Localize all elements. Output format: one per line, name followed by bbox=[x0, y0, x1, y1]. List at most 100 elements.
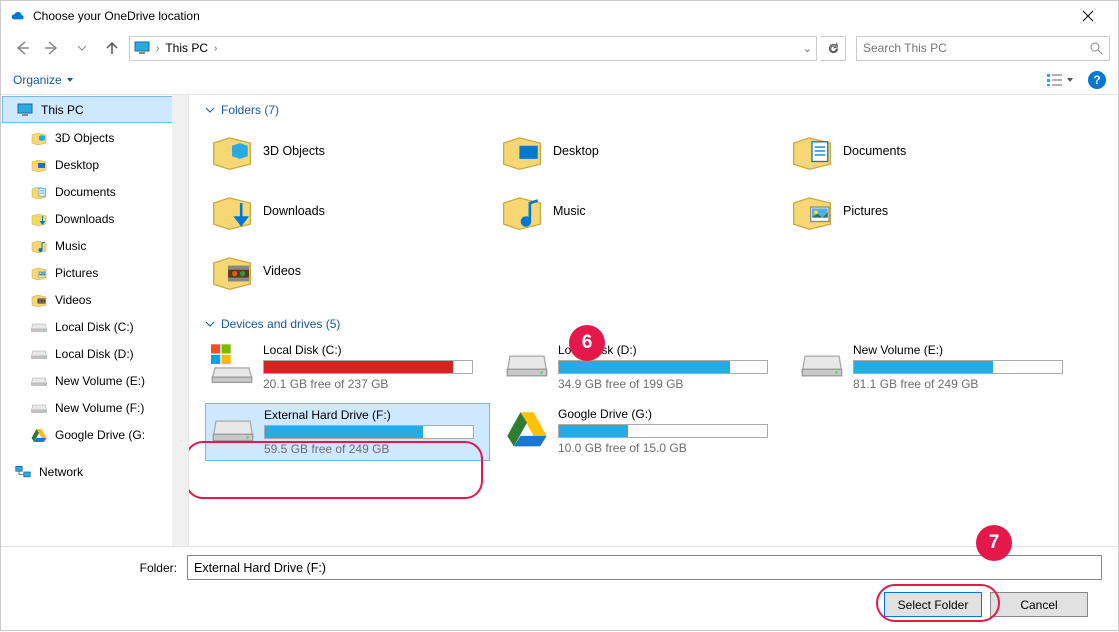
downloads-icon bbox=[31, 211, 47, 227]
chevron-down-icon[interactable]: ⌄ bbox=[803, 42, 812, 55]
folders-section-label: Folders (7) bbox=[221, 103, 279, 117]
sidebar-item-label: Music bbox=[55, 239, 86, 253]
chevron-right-icon: › bbox=[156, 43, 159, 54]
disk-icon bbox=[31, 400, 47, 416]
breadcrumb-bar[interactable]: › This PC › ⌄ bbox=[129, 36, 817, 61]
view-options-button[interactable] bbox=[1046, 73, 1074, 87]
sidebar-item-label: Network bbox=[39, 465, 83, 479]
documents-icon bbox=[31, 184, 47, 200]
sidebar-item-3d-objects[interactable]: 3D Objects bbox=[1, 124, 188, 151]
drives-section-label: Devices and drives (5) bbox=[221, 317, 340, 331]
downloads-icon bbox=[211, 190, 253, 232]
refresh-button[interactable] bbox=[821, 36, 846, 61]
cancel-button[interactable]: Cancel bbox=[990, 592, 1088, 617]
organize-label: Organize bbox=[13, 73, 62, 87]
folder-pictures[interactable]: Pictures bbox=[785, 185, 1065, 237]
chevron-down-icon bbox=[205, 319, 215, 329]
folder-3d-objects[interactable]: 3D Objects bbox=[205, 125, 485, 177]
chevron-right-icon: › bbox=[214, 43, 217, 54]
sidebar-item-label: Google Drive (G: bbox=[55, 428, 145, 442]
pictures-icon bbox=[31, 265, 47, 281]
sidebar-item-label: Local Disk (D:) bbox=[55, 347, 134, 361]
disk-icon bbox=[31, 319, 47, 335]
search-icon bbox=[1089, 41, 1103, 55]
sidebar-item-downloads[interactable]: Downloads bbox=[1, 205, 188, 232]
sidebar-item-label: Videos bbox=[55, 293, 91, 307]
folder-label: Videos bbox=[263, 264, 301, 278]
help-button[interactable]: ? bbox=[1088, 71, 1106, 89]
music-icon bbox=[31, 238, 47, 254]
videos-icon bbox=[31, 292, 47, 308]
drive-label: Google Drive (G:) bbox=[558, 407, 779, 421]
folder-label: Music bbox=[553, 204, 586, 218]
sidebar-item-this-pc[interactable]: This PC bbox=[2, 96, 187, 123]
annotation-badge-6: 6 bbox=[569, 325, 605, 361]
drive-local-disk-d-[interactable]: Local Disk (D:) 34.9 GB free of 199 GB bbox=[500, 339, 785, 395]
sidebar-item-label: Downloads bbox=[55, 212, 114, 226]
search-box[interactable] bbox=[856, 36, 1110, 61]
scrollbar[interactable] bbox=[172, 95, 188, 546]
sidebar-item-label: Documents bbox=[55, 185, 116, 199]
sidebar-item-pictures[interactable]: Pictures bbox=[1, 259, 188, 286]
recent-dropdown[interactable] bbox=[69, 35, 95, 61]
folder-label: Folder: bbox=[1, 561, 187, 575]
documents-icon bbox=[791, 130, 833, 172]
drive-external-hard-drive-f-[interactable]: External Hard Drive (F:) 59.5 GB free of… bbox=[205, 403, 490, 461]
disk-icon bbox=[31, 373, 47, 389]
drive-usage-bar bbox=[853, 360, 1063, 374]
desktop-icon bbox=[501, 130, 543, 172]
folder-videos[interactable]: Videos bbox=[205, 245, 485, 297]
organize-button[interactable]: Organize bbox=[13, 73, 74, 87]
sidebar-item-label: This PC bbox=[41, 103, 84, 117]
drives-section-header[interactable]: Devices and drives (5) bbox=[205, 317, 1102, 331]
sidebar-item-new-volume-f-[interactable]: New Volume (F:) bbox=[1, 394, 188, 421]
videos-icon bbox=[211, 250, 253, 292]
disk-icon bbox=[31, 346, 47, 362]
up-button[interactable] bbox=[99, 35, 125, 61]
drive-free-label: 10.0 GB free of 15.0 GB bbox=[558, 441, 779, 455]
breadcrumb-label: This PC bbox=[165, 41, 208, 55]
content-area: Folders (7) 3D Objects Desktop Documents Do… bbox=[189, 95, 1118, 546]
drive-free-label: 81.1 GB free of 249 GB bbox=[853, 377, 1074, 391]
folder-documents[interactable]: Documents bbox=[785, 125, 1065, 177]
folder-label: Desktop bbox=[553, 144, 599, 158]
drive-google-drive-g-[interactable]: Google Drive (G:) 10.0 GB free of 15.0 G… bbox=[500, 403, 785, 461]
sidebar-item-label: New Volume (F:) bbox=[55, 401, 144, 415]
view-icon bbox=[1046, 73, 1064, 87]
close-button[interactable] bbox=[1065, 1, 1110, 31]
sidebar-item-music[interactable]: Music bbox=[1, 232, 188, 259]
sidebar: This PC 3D Objects Desktop Documents Downloa… bbox=[1, 95, 189, 546]
drive-free-label: 59.5 GB free of 249 GB bbox=[264, 442, 483, 456]
drive-usage-bar bbox=[558, 424, 768, 438]
bottom-panel: Folder: Select Folder Cancel 7 bbox=[1, 546, 1118, 632]
search-input[interactable] bbox=[863, 41, 1089, 55]
sidebar-item-documents[interactable]: Documents bbox=[1, 178, 188, 205]
sidebar-item-label: Local Disk (C:) bbox=[55, 320, 134, 334]
onedrive-icon bbox=[9, 8, 25, 24]
sidebar-item-local-disk-d-[interactable]: Local Disk (D:) bbox=[1, 340, 188, 367]
forward-button[interactable] bbox=[39, 35, 65, 61]
select-folder-button[interactable]: Select Folder bbox=[884, 592, 982, 617]
sidebar-item-network[interactable]: Network bbox=[1, 458, 188, 485]
toolbar: Organize ? bbox=[1, 65, 1118, 95]
sidebar-item-videos[interactable]: Videos bbox=[1, 286, 188, 313]
sidebar-item-label: 3D Objects bbox=[55, 131, 114, 145]
drive-label: New Volume (E:) bbox=[853, 343, 1074, 357]
folder-desktop[interactable]: Desktop bbox=[495, 125, 775, 177]
folder-music[interactable]: Music bbox=[495, 185, 775, 237]
folder-downloads[interactable]: Downloads bbox=[205, 185, 485, 237]
folders-section-header[interactable]: Folders (7) bbox=[205, 103, 1102, 117]
drive-new-volume-e-[interactable]: New Volume (E:) 81.1 GB free of 249 GB bbox=[795, 339, 1080, 395]
back-button[interactable] bbox=[9, 35, 35, 61]
sidebar-item-local-disk-c-[interactable]: Local Disk (C:) bbox=[1, 313, 188, 340]
sidebar-item-google-drive-g-[interactable]: Google Drive (G: bbox=[1, 421, 188, 448]
folder-label: Documents bbox=[843, 144, 906, 158]
drive-free-label: 20.1 GB free of 237 GB bbox=[263, 377, 484, 391]
chevron-down-icon bbox=[205, 105, 215, 115]
disk-icon bbox=[801, 343, 843, 385]
drive-local-disk-c-[interactable]: Local Disk (C:) 20.1 GB free of 237 GB bbox=[205, 339, 490, 395]
pictures-icon bbox=[791, 190, 833, 232]
folder-input[interactable] bbox=[187, 555, 1102, 580]
sidebar-item-new-volume-e-[interactable]: New Volume (E:) bbox=[1, 367, 188, 394]
sidebar-item-desktop[interactable]: Desktop bbox=[1, 151, 188, 178]
